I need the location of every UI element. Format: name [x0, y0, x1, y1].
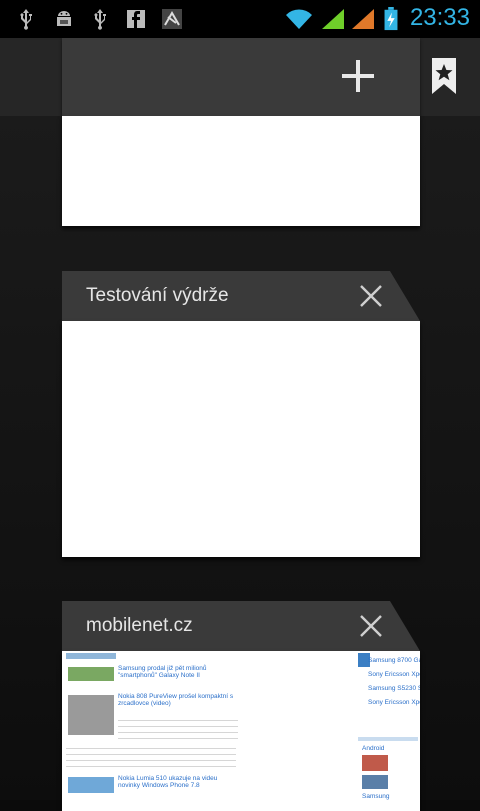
tab-header: [62, 38, 420, 116]
wifi-icon: [286, 9, 312, 29]
preview-sidebar-item: Sony Ericsson Xperia Mini: [368, 671, 420, 678]
tab-card[interactable]: mobilenet.cz Samsung prodal již pět mili…: [62, 601, 420, 811]
preview-sidebar-heading: Samsung: [362, 793, 390, 800]
preview-headline: Nokia 808 PureView prošel kompaktní s zr…: [118, 693, 234, 707]
preview-headline: Nokia Lumia 510 ukazuje na videu novinky…: [118, 775, 218, 789]
app-notification-icon: [162, 9, 182, 29]
preview-sidebar-heading: Android: [362, 745, 385, 752]
preview-text-lines: [66, 743, 236, 771]
usb-icon: [94, 9, 106, 30]
clock: 23:33: [409, 4, 470, 31]
preview-sidebar-item: Samsung 8700 Galaxy: [368, 657, 420, 664]
preview-headline: Samsung prodal již pět milionů "smartpho…: [118, 665, 207, 679]
preview-image: [68, 667, 114, 681]
usb-icon: [20, 9, 32, 30]
close-icon[interactable]: [358, 283, 384, 309]
preview-divider: [358, 737, 418, 741]
bookmark-star-icon[interactable]: [430, 58, 458, 94]
tab-header: Testování výdrže: [62, 271, 420, 321]
plus-icon[interactable]: [340, 58, 376, 94]
status-bar: 23:33: [0, 0, 480, 38]
android-debug-icon: [57, 11, 71, 26]
signal-icon: [322, 9, 344, 29]
preview-image: [66, 653, 116, 659]
preview-image: [362, 775, 388, 789]
preview-image: [68, 695, 114, 735]
signal-roaming-icon: [352, 9, 374, 29]
tab-card[interactable]: [62, 38, 420, 226]
tab-header: mobilenet.cz: [62, 601, 420, 651]
preview-sidebar-item: Samsung S5230 Star: [368, 685, 420, 692]
tab-preview[interactable]: [62, 116, 420, 226]
facebook-icon: [127, 10, 145, 28]
preview-sidebar-item: Sony Ericsson Xperia Neo: [368, 699, 420, 706]
tab-preview[interactable]: [62, 321, 420, 557]
close-icon[interactable]: [358, 613, 384, 639]
tab-card[interactable]: Testování výdrže: [62, 271, 420, 557]
tab-title: Testování výdrže: [86, 285, 229, 306]
preview-text-lines: [118, 715, 238, 741]
preview-image: [362, 755, 388, 771]
battery-charging-icon: [384, 7, 398, 31]
preview-image: [68, 777, 114, 793]
tab-title: mobilenet.cz: [86, 615, 193, 636]
tab-preview[interactable]: Samsung prodal již pět milionů "smartpho…: [62, 651, 420, 811]
